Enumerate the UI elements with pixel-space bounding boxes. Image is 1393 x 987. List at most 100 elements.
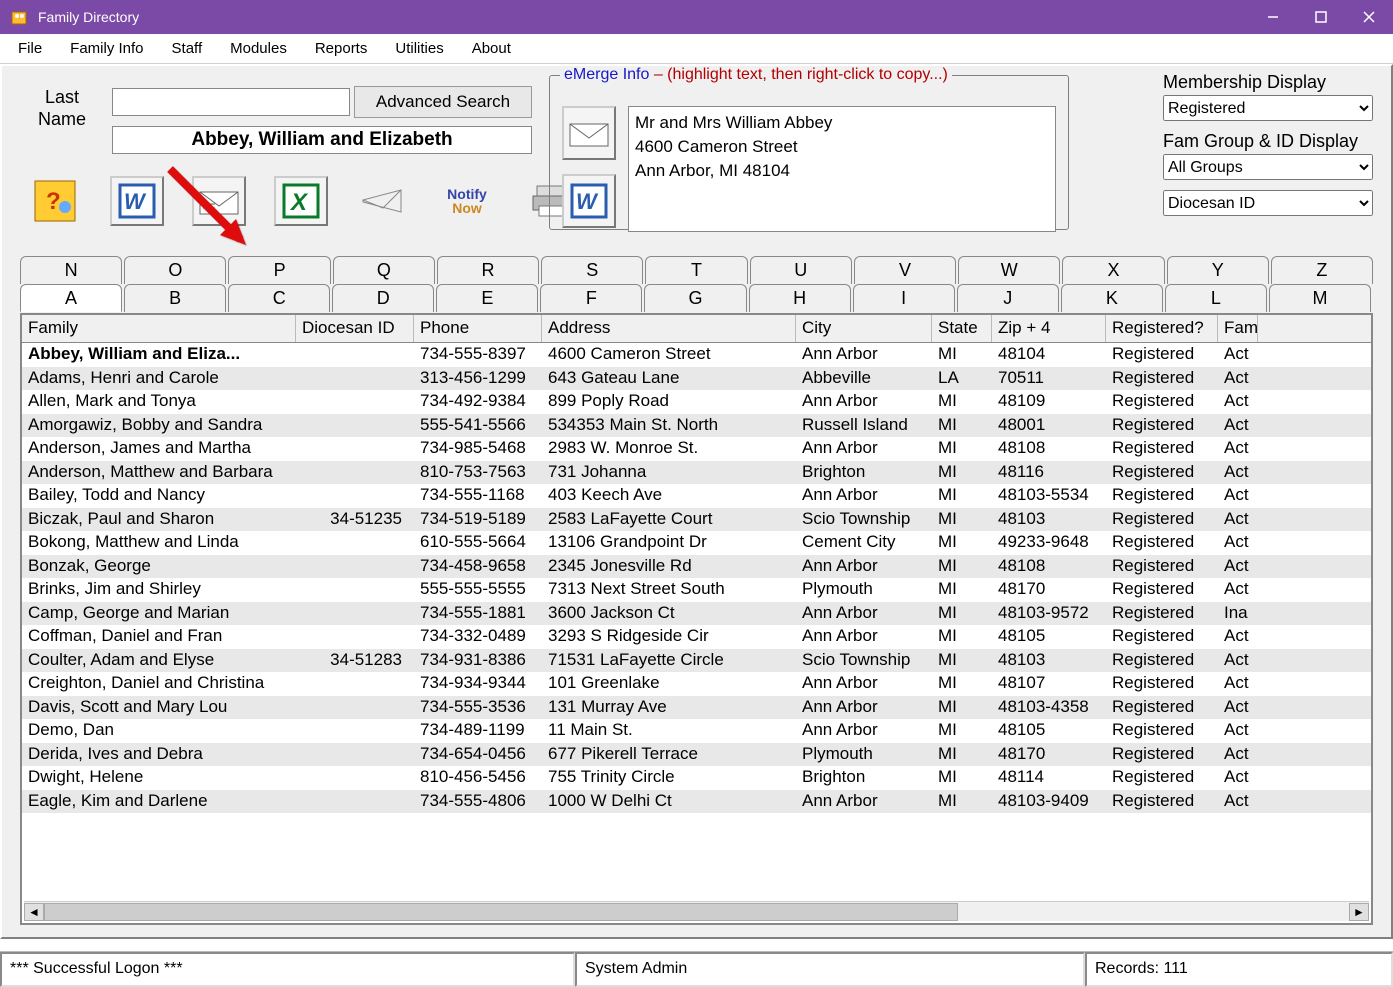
tab-m[interactable]: M <box>1269 284 1371 312</box>
tab-f[interactable]: F <box>540 284 642 312</box>
tab-r[interactable]: R <box>437 256 539 284</box>
column-header-city[interactable]: City <box>796 315 932 342</box>
cell-address: 3293 S Ridgeside Cir <box>542 625 796 649</box>
tab-h[interactable]: H <box>749 284 851 312</box>
cell-phone: 810-753-7563 <box>414 461 542 485</box>
menu-utilities[interactable]: Utilities <box>383 36 455 61</box>
column-header-registered-[interactable]: Registered? <box>1106 315 1218 342</box>
cell-zip: 48114 <box>992 766 1106 790</box>
close-button[interactable] <box>1345 0 1393 34</box>
mail-icon[interactable] <box>356 176 410 226</box>
table-row[interactable]: Dwight, Helene810-456-5456755 Trinity Ci… <box>22 766 1371 790</box>
cell-city: Plymouth <box>796 743 932 767</box>
tab-d[interactable]: D <box>332 284 434 312</box>
cell-family: Bokong, Matthew and Linda <box>22 531 296 555</box>
table-row[interactable]: Abbey, William and Eliza...734-555-83974… <box>22 343 1371 367</box>
table-row[interactable]: Bokong, Matthew and Linda610-555-5664131… <box>22 531 1371 555</box>
column-header-state[interactable]: State <box>932 315 992 342</box>
cell-diocesan <box>296 672 414 696</box>
help-icon[interactable]: ? <box>28 176 82 226</box>
table-row[interactable]: Amorgawiz, Bobby and Sandra555-541-55665… <box>22 414 1371 438</box>
tab-x[interactable]: X <box>1062 256 1164 284</box>
table-row[interactable]: Bailey, Todd and Nancy734-555-1168403 Ke… <box>22 484 1371 508</box>
maximize-button[interactable] <box>1297 0 1345 34</box>
scroll-left-button[interactable]: ◄ <box>24 903 44 921</box>
column-header-address[interactable]: Address <box>542 315 796 342</box>
column-header-family[interactable]: Family <box>22 315 296 342</box>
column-header-diocesan-id[interactable]: Diocesan ID <box>296 315 414 342</box>
table-row[interactable]: Coulter, Adam and Elyse34-51283734-931-8… <box>22 649 1371 673</box>
scroll-thumb[interactable] <box>44 903 958 921</box>
tab-u[interactable]: U <box>750 256 852 284</box>
tab-l[interactable]: L <box>1165 284 1267 312</box>
envelope-icon[interactable] <box>192 176 246 226</box>
cell-fam: Act <box>1218 743 1258 767</box>
menu-modules[interactable]: Modules <box>218 36 299 61</box>
scroll-right-button[interactable]: ► <box>1349 903 1369 921</box>
tab-c[interactable]: C <box>228 284 330 312</box>
last-name-input[interactable] <box>112 88 350 116</box>
tab-z[interactable]: Z <box>1271 256 1373 284</box>
menu-reports[interactable]: Reports <box>303 36 380 61</box>
word-icon[interactable]: W <box>110 176 164 226</box>
notify-now-button[interactable]: NotifyNow <box>438 176 496 226</box>
table-row[interactable]: Davis, Scott and Mary Lou734-555-3536131… <box>22 696 1371 720</box>
table-row[interactable]: Bonzak, George734-458-96582345 Jonesvill… <box>22 555 1371 579</box>
horizontal-scrollbar[interactable]: ◄ ► <box>24 901 1369 921</box>
column-header-phone[interactable]: Phone <box>414 315 542 342</box>
cell-zip: 48105 <box>992 719 1106 743</box>
menu-about[interactable]: About <box>460 36 523 61</box>
cell-family: Bailey, Todd and Nancy <box>22 484 296 508</box>
tab-q[interactable]: Q <box>333 256 435 284</box>
membership-display-select[interactable]: Registered <box>1163 95 1373 121</box>
emerge-text-area[interactable]: Mr and Mrs William Abbey 4600 Cameron St… <box>628 106 1056 232</box>
tab-o[interactable]: O <box>124 256 226 284</box>
menu-file[interactable]: File <box>6 36 54 61</box>
table-row[interactable]: Eagle, Kim and Darlene734-555-48061000 W… <box>22 790 1371 814</box>
tab-s[interactable]: S <box>541 256 643 284</box>
minimize-button[interactable] <box>1249 0 1297 34</box>
table-row[interactable]: Coffman, Daniel and Fran734-332-04893293… <box>22 625 1371 649</box>
table-row[interactable]: Biczak, Paul and Sharon34-51235734-519-5… <box>22 508 1371 532</box>
column-header-zip-4[interactable]: Zip + 4 <box>992 315 1106 342</box>
cell-state: MI <box>932 461 992 485</box>
famgroup-select[interactable]: All Groups <box>1163 154 1373 180</box>
tab-y[interactable]: Y <box>1167 256 1269 284</box>
status-logon: *** Successful Logon *** <box>0 952 575 987</box>
tab-v[interactable]: V <box>854 256 956 284</box>
tab-t[interactable]: T <box>645 256 747 284</box>
tab-g[interactable]: G <box>644 284 746 312</box>
excel-icon[interactable]: X <box>274 176 328 226</box>
cell-zip: 48103 <box>992 649 1106 673</box>
table-row[interactable]: Anderson, Matthew and Barbara810-753-756… <box>22 461 1371 485</box>
tab-p[interactable]: P <box>228 256 330 284</box>
emerge-word-button[interactable]: W <box>562 174 616 228</box>
tab-k[interactable]: K <box>1061 284 1163 312</box>
cell-city: Scio Township <box>796 508 932 532</box>
tab-e[interactable]: E <box>436 284 538 312</box>
table-row[interactable]: Anderson, James and Martha734-985-546829… <box>22 437 1371 461</box>
tab-n[interactable]: N <box>20 256 122 284</box>
tab-b[interactable]: B <box>124 284 226 312</box>
table-row[interactable]: Demo, Dan734-489-119911 Main St.Ann Arbo… <box>22 719 1371 743</box>
cell-city: Ann Arbor <box>796 484 932 508</box>
id-display-select[interactable]: Diocesan ID <box>1163 190 1373 216</box>
table-row[interactable]: Brinks, Jim and Shirley555-555-55557313 … <box>22 578 1371 602</box>
column-header-fam[interactable]: Fam <box>1218 315 1258 342</box>
table-row[interactable]: Creighton, Daniel and Christina734-934-9… <box>22 672 1371 696</box>
emerge-envelope-button[interactable] <box>562 106 616 160</box>
table-row[interactable]: Derida, Ives and Debra734-654-0456677 Pi… <box>22 743 1371 767</box>
advanced-search-button[interactable]: Advanced Search <box>354 86 532 118</box>
table-row[interactable]: Adams, Henri and Carole313-456-1299643 G… <box>22 367 1371 391</box>
cell-reg: Registered <box>1106 602 1218 626</box>
table-row[interactable]: Allen, Mark and Tonya734-492-9384899 Pop… <box>22 390 1371 414</box>
cell-reg: Registered <box>1106 790 1218 814</box>
tab-a[interactable]: A <box>20 284 122 312</box>
table-row[interactable]: Camp, George and Marian734-555-18813600 … <box>22 602 1371 626</box>
tab-w[interactable]: W <box>958 256 1060 284</box>
tab-i[interactable]: I <box>853 284 955 312</box>
menu-staff[interactable]: Staff <box>160 36 215 61</box>
tab-j[interactable]: J <box>957 284 1059 312</box>
cell-reg: Registered <box>1106 766 1218 790</box>
menu-family-info[interactable]: Family Info <box>58 36 155 61</box>
